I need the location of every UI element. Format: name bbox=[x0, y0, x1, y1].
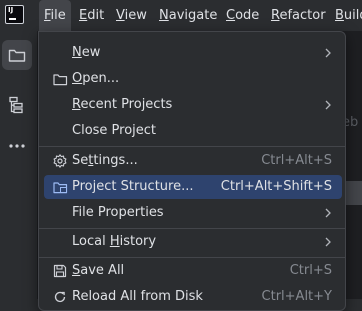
more-icon[interactable] bbox=[2, 131, 32, 161]
chevron-right-icon bbox=[325, 48, 331, 58]
menu-item-reload-all[interactable]: Reload All from Disk Ctrl+Alt+Y bbox=[44, 285, 342, 309]
menu-item-new[interactable]: New bbox=[44, 41, 342, 65]
project-folder-icon[interactable] bbox=[2, 40, 32, 70]
gear-icon bbox=[52, 153, 68, 169]
chevron-right-icon bbox=[325, 100, 331, 110]
structure-icon[interactable] bbox=[2, 90, 32, 120]
menu-view[interactable]: View bbox=[111, 0, 152, 31]
menu-code[interactable]: Code bbox=[221, 0, 264, 31]
menu-separator bbox=[39, 228, 345, 229]
menu-item-close-project[interactable]: Close Project bbox=[44, 119, 342, 143]
menu-refactor[interactable]: Refactor bbox=[266, 0, 331, 31]
chevron-right-icon bbox=[325, 208, 331, 218]
menu-item-open[interactable]: Open... bbox=[44, 67, 342, 91]
save-icon bbox=[52, 263, 68, 279]
chevron-right-icon bbox=[325, 237, 331, 247]
menu-edit[interactable]: Edit bbox=[74, 0, 109, 31]
menu-navigate[interactable]: Navigate bbox=[154, 0, 222, 31]
tool-window-strip bbox=[0, 31, 38, 299]
menu-item-save-all[interactable]: Save All Ctrl+S bbox=[44, 259, 342, 283]
folder-icon bbox=[52, 71, 68, 87]
project-structure-icon bbox=[52, 179, 68, 195]
menu-item-settings[interactable]: Settings... Ctrl+Alt+S bbox=[44, 149, 342, 173]
menu-item-recent-projects[interactable]: Recent Projects bbox=[44, 93, 342, 117]
menu-separator bbox=[39, 146, 345, 147]
file-menu-popup: New Open... Recent Projects Close Projec… bbox=[38, 31, 346, 311]
menu-item-local-history[interactable]: Local History bbox=[44, 230, 342, 254]
app-logo-icon: IJ bbox=[5, 5, 24, 24]
menu-file[interactable]: File bbox=[39, 0, 71, 31]
menu-item-file-properties[interactable]: File Properties bbox=[44, 201, 342, 225]
menu-item-project-structure[interactable]: Project Structure... Ctrl+Alt+Shift+S bbox=[44, 175, 342, 199]
menu-separator bbox=[39, 257, 345, 258]
reload-icon bbox=[52, 289, 68, 305]
main-menubar: IJ File Edit View Navigate Code Refactor… bbox=[0, 0, 362, 31]
menu-build[interactable]: Build bbox=[330, 0, 362, 31]
